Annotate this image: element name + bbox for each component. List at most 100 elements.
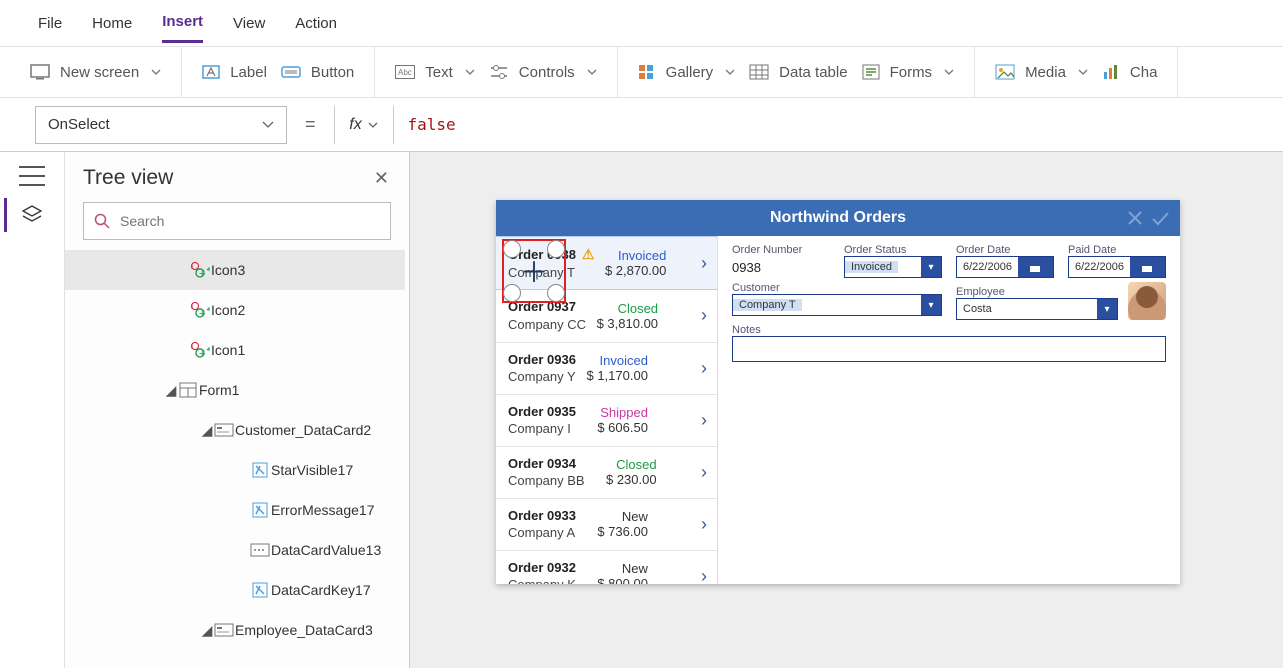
order-title: Order 0934 bbox=[508, 455, 585, 473]
new-screen-button[interactable]: New screen bbox=[30, 64, 161, 81]
text-button[interactable]: Abc Text bbox=[395, 64, 475, 81]
tree-item-label: Icon1 bbox=[211, 342, 245, 358]
selection-box[interactable]: ＋ bbox=[502, 239, 566, 303]
employee-field: Employee Costa ▾ bbox=[956, 286, 1118, 320]
tree-item-icon: + bbox=[189, 341, 211, 359]
order-status-combo[interactable]: Invoiced ▾ bbox=[844, 256, 942, 278]
screen-icon bbox=[30, 64, 50, 80]
tree-item-icon: + bbox=[189, 301, 211, 319]
chevron-right-icon[interactable]: › bbox=[697, 358, 711, 379]
order-title: Order 0933 bbox=[508, 507, 576, 525]
button-button[interactable]: Button bbox=[281, 64, 354, 81]
chevron-down-icon bbox=[944, 69, 954, 75]
hamburger-icon[interactable] bbox=[19, 166, 45, 186]
order-status: Closed bbox=[616, 457, 656, 472]
order-row[interactable]: Order 0933Company ANew$ 736.00› bbox=[496, 499, 717, 551]
chevron-right-icon[interactable]: › bbox=[697, 566, 711, 584]
gallery-icon bbox=[638, 64, 656, 80]
employee-label: Employee bbox=[956, 286, 1118, 298]
order-title: Order 0932 bbox=[508, 559, 576, 577]
cancel-icon[interactable] bbox=[1126, 209, 1144, 227]
property-name: OnSelect bbox=[48, 116, 110, 133]
tree-search[interactable] bbox=[83, 202, 391, 240]
close-tree-button[interactable]: ✕ bbox=[374, 168, 389, 189]
media-button[interactable]: Media bbox=[995, 64, 1088, 81]
menu-insert[interactable]: Insert bbox=[162, 3, 203, 43]
chevron-down-icon: ▾ bbox=[1097, 299, 1117, 319]
fx-button[interactable]: fx bbox=[334, 106, 394, 144]
tree-item[interactable]: +Icon3 bbox=[65, 250, 405, 290]
tree-item[interactable]: ErrorMessage17 bbox=[65, 490, 405, 530]
tree-item-icon bbox=[177, 382, 199, 398]
tree-item[interactable]: +Icon1 bbox=[65, 330, 405, 370]
chevron-right-icon[interactable]: › bbox=[697, 253, 711, 274]
order-number-value: 0938 bbox=[732, 256, 830, 275]
tree-item-icon bbox=[249, 582, 271, 598]
order-date-input[interactable]: 6/22/2006 bbox=[956, 256, 1054, 278]
formula-input[interactable]: false bbox=[394, 106, 1283, 144]
tree-item-label: Customer_DataCard2 bbox=[235, 422, 371, 438]
tree-title: Tree view bbox=[83, 166, 173, 190]
order-amount: $ 2,870.00 bbox=[605, 263, 666, 278]
chevron-right-icon[interactable]: › bbox=[697, 514, 711, 535]
expand-arrow-icon[interactable]: ◢ bbox=[201, 422, 213, 439]
expand-arrow-icon[interactable]: ◢ bbox=[201, 622, 213, 639]
label-button[interactable]: Label bbox=[202, 64, 267, 81]
gallery-button[interactable]: Gallery bbox=[638, 64, 736, 81]
chevron-down-icon bbox=[1078, 69, 1088, 75]
menu-home[interactable]: Home bbox=[92, 5, 132, 42]
chart-icon bbox=[1102, 64, 1120, 80]
layers-icon bbox=[21, 204, 43, 226]
order-status-value: Invoiced bbox=[845, 261, 898, 273]
order-company: Company Y bbox=[508, 368, 576, 386]
resize-handle[interactable] bbox=[547, 284, 565, 302]
tree-item[interactable]: +Icon2 bbox=[65, 290, 405, 330]
order-amount: $ 3,810.00 bbox=[597, 316, 658, 331]
notes-input[interactable] bbox=[732, 336, 1166, 362]
menu-view[interactable]: View bbox=[233, 5, 265, 42]
tree-item[interactable]: DataCardValue13 bbox=[65, 530, 405, 570]
paid-date-input[interactable]: 6/22/2006 bbox=[1068, 256, 1166, 278]
resize-handle[interactable] bbox=[547, 240, 565, 258]
resize-handle[interactable] bbox=[503, 284, 521, 302]
equals-sign: = bbox=[287, 114, 334, 135]
chevron-right-icon[interactable]: › bbox=[697, 462, 711, 483]
order-row[interactable]: Order 0934Company BBClosed$ 230.00› bbox=[496, 447, 717, 499]
order-row[interactable]: Order 0935Company IShipped$ 606.50› bbox=[496, 395, 717, 447]
chevron-right-icon[interactable]: › bbox=[697, 305, 711, 326]
order-status: Invoiced bbox=[618, 248, 666, 263]
employee-combo[interactable]: Costa ▾ bbox=[956, 298, 1118, 320]
chevron-right-icon[interactable]: › bbox=[697, 410, 711, 431]
tree-body[interactable]: +Icon3+Icon2+Icon1◢Form1◢Customer_DataCa… bbox=[65, 250, 409, 668]
customer-field: Customer Company T ▾ bbox=[732, 282, 942, 320]
tree-item[interactable]: DataCardKey17 bbox=[65, 570, 405, 610]
order-row[interactable]: Order 0932Company KNew$ 800.00› bbox=[496, 551, 717, 584]
order-date-field: Order Date 6/22/2006 bbox=[956, 244, 1054, 278]
resize-handle[interactable] bbox=[503, 240, 521, 258]
search-input[interactable] bbox=[118, 212, 380, 230]
tree-item-label: StarVisible17 bbox=[271, 462, 353, 478]
controls-button[interactable]: Controls bbox=[489, 64, 597, 81]
tree-view-tab[interactable] bbox=[21, 204, 43, 231]
chart-button[interactable]: Cha bbox=[1102, 64, 1158, 81]
order-status: New bbox=[622, 509, 648, 524]
check-icon[interactable] bbox=[1150, 209, 1170, 227]
canvas[interactable]: Northwind Orders ＋ Order 0938 ⚠Company T… bbox=[410, 152, 1283, 668]
chevron-down-icon bbox=[151, 69, 161, 75]
expand-arrow-icon[interactable]: ◢ bbox=[165, 382, 177, 399]
datatable-button[interactable]: Data table bbox=[749, 64, 847, 81]
tree-item[interactable]: ◢Form1 bbox=[65, 370, 405, 410]
menu-action[interactable]: Action bbox=[295, 5, 337, 42]
forms-button[interactable]: Forms bbox=[862, 64, 955, 81]
order-row[interactable]: Order 0936Company YInvoiced$ 1,170.00› bbox=[496, 343, 717, 395]
notes-field: Notes bbox=[732, 324, 1166, 362]
tree-item[interactable]: ◢Employee_DataCard3 bbox=[65, 610, 405, 650]
paid-date-field: Paid Date 6/22/2006 bbox=[1068, 244, 1166, 278]
customer-combo[interactable]: Company T ▾ bbox=[732, 294, 942, 316]
tree-item[interactable]: ◢ Customer_DataCard2 bbox=[65, 410, 405, 450]
property-select[interactable]: OnSelect bbox=[35, 106, 287, 144]
tree-item[interactable]: StarVisible17 bbox=[65, 450, 405, 490]
menu-file[interactable]: File bbox=[38, 5, 62, 42]
order-status-field: Order Status Invoiced ▾ bbox=[844, 244, 942, 278]
customer-value: Company T bbox=[733, 299, 802, 311]
